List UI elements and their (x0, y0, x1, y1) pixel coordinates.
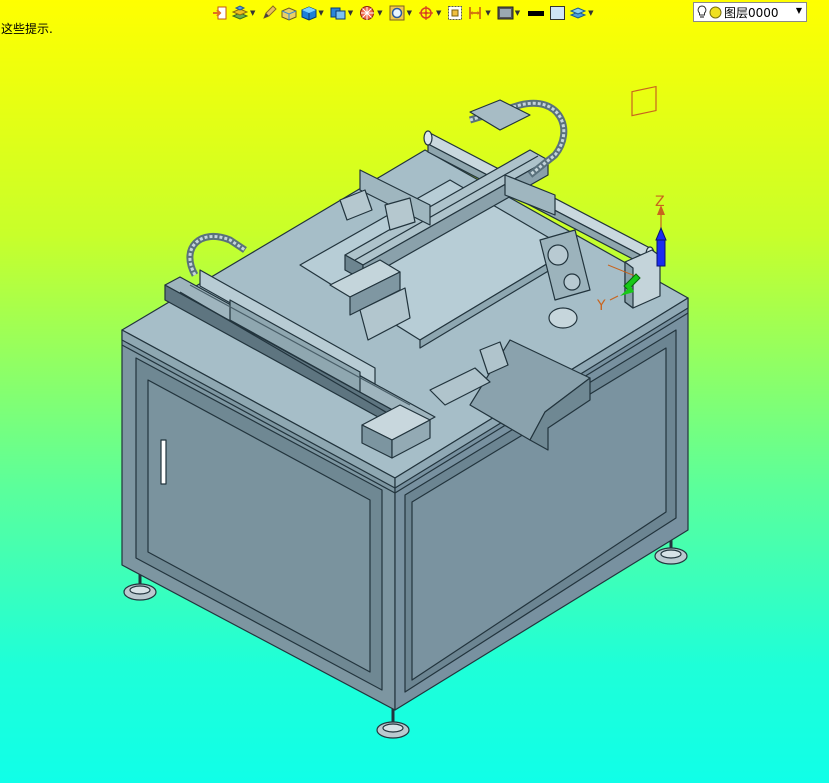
cabinet-handle (160, 439, 167, 485)
machine-model (121, 99, 689, 739)
y-axis-label: Y (596, 298, 606, 314)
z-axis-label: Z (655, 194, 665, 210)
model-viewport[interactable]: Z Y (0, 0, 829, 783)
z-axis-arrow (656, 239, 666, 267)
